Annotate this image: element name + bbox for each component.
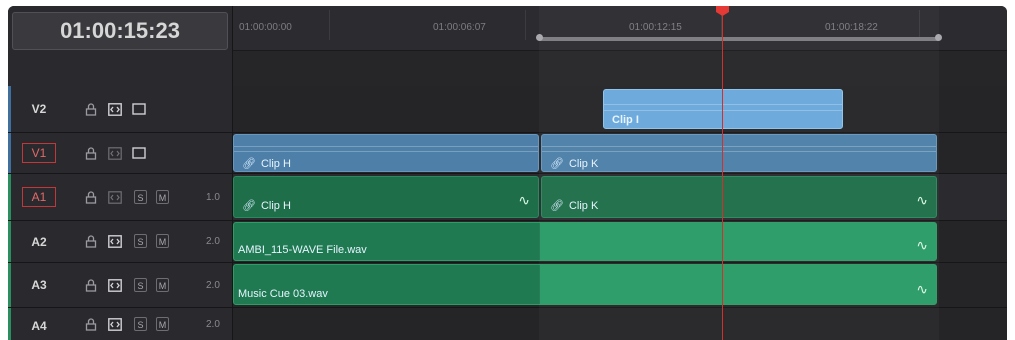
timeline-header-panel: 01:00:15:23 xyxy=(8,6,233,86)
mute-button[interactable]: M xyxy=(156,190,169,204)
track-header-a3[interactable]: A3 S M 2.0 xyxy=(8,263,233,308)
link-icon: 🔗︎ xyxy=(550,158,564,170)
clip-music-cue[interactable]: Music Cue 03.wav ∿ xyxy=(233,264,937,305)
lock-icon[interactable] xyxy=(84,278,98,292)
track-name[interactable]: V1 xyxy=(22,143,56,163)
solo-button[interactable]: S xyxy=(134,317,147,331)
track-header-a4[interactable]: A4 S M 2.0 xyxy=(8,308,233,340)
clip-ambi-wave[interactable]: AMBI_115-WAVE File.wav ∿ xyxy=(233,222,937,261)
track-name[interactable]: V2 xyxy=(22,99,56,119)
track-lane-v2[interactable]: Clip I xyxy=(233,86,1007,133)
clip-h-audio[interactable]: 🔗︎ Clip H ∿ xyxy=(233,176,539,218)
ruler-timecode: 01:00:00:00 xyxy=(239,22,292,33)
timeline-ruler[interactable]: 01:00:00:00 01:00:06:07 01:00:12:15 01:0… xyxy=(233,6,1007,50)
solo-button[interactable]: S xyxy=(134,190,147,204)
track-lane-v1[interactable]: 🔗︎ Clip H 🔗︎ Clip K xyxy=(233,133,1007,174)
auto-select-icon[interactable] xyxy=(108,278,122,292)
mute-button[interactable]: M xyxy=(156,278,169,292)
playhead-line[interactable] xyxy=(722,16,723,340)
mute-button[interactable]: M xyxy=(156,317,169,331)
ruler-tick xyxy=(329,10,330,40)
timeline-window: 01:00:15:23 01:00:00:00 01:00:06:07 01:0… xyxy=(8,6,1007,340)
auto-select-icon[interactable] xyxy=(108,102,122,116)
ruler-timecode: 01:00:18:22 xyxy=(825,22,878,33)
ruler-spacer xyxy=(233,50,1007,87)
waveform-icon[interactable]: ∿ xyxy=(518,192,530,209)
enable-track-icon[interactable] xyxy=(132,146,146,160)
enable-track-icon[interactable] xyxy=(132,102,146,116)
timecode-display[interactable]: 01:00:15:23 xyxy=(12,12,228,50)
track-name[interactable]: A4 xyxy=(22,316,56,336)
ruler-timecode: 01:00:06:07 xyxy=(433,22,486,33)
clip-k-video[interactable]: 🔗︎ Clip K xyxy=(541,134,937,172)
link-icon: 🔗︎ xyxy=(242,200,256,212)
track-name[interactable]: A2 xyxy=(22,232,56,252)
auto-select-icon[interactable] xyxy=(108,234,122,248)
ruler-timecode: 01:00:12:15 xyxy=(629,22,682,33)
solo-button[interactable]: S xyxy=(134,278,147,292)
auto-select-icon[interactable] xyxy=(108,146,122,160)
track-level: 1.0 xyxy=(206,192,220,203)
track-header-v1[interactable]: V1 xyxy=(8,133,233,174)
clip-label: Clip K xyxy=(568,158,599,170)
lock-icon[interactable] xyxy=(84,234,98,248)
track-level: 2.0 xyxy=(206,236,220,247)
lock-icon[interactable] xyxy=(84,190,98,204)
clip-label: Clip H xyxy=(260,200,291,212)
track-lane-a1[interactable]: 🔗︎ Clip H ∿ 🔗︎ Clip K ∿ xyxy=(233,174,1007,221)
link-icon: 🔗︎ xyxy=(242,158,256,170)
clip-label: AMBI_115-WAVE File.wav xyxy=(238,244,367,256)
zoom-scroll-bar[interactable] xyxy=(536,34,942,41)
track-level: 2.0 xyxy=(206,319,220,330)
link-icon: 🔗︎ xyxy=(550,200,564,212)
lock-icon[interactable] xyxy=(84,146,98,160)
clip-label: Clip H xyxy=(260,158,291,170)
ruler-tick xyxy=(525,10,526,40)
track-header-v2[interactable]: V2 xyxy=(8,86,233,133)
waveform-icon[interactable]: ∿ xyxy=(916,192,928,209)
auto-select-icon[interactable] xyxy=(108,317,122,331)
zoom-end-handle[interactable] xyxy=(935,34,942,41)
clip-label: Clip K xyxy=(568,200,599,212)
clip-k-audio[interactable]: 🔗︎ Clip K ∿ xyxy=(541,176,937,218)
clip-h-video[interactable]: 🔗︎ Clip H xyxy=(233,134,539,172)
waveform-icon[interactable]: ∿ xyxy=(916,281,928,298)
track-name[interactable]: A3 xyxy=(22,275,56,295)
lock-icon[interactable] xyxy=(84,102,98,116)
track-lane-a2[interactable]: AMBI_115-WAVE File.wav ∿ xyxy=(233,221,1007,263)
track-lane-a3[interactable]: Music Cue 03.wav ∿ xyxy=(233,263,1007,308)
clip-label: Clip I xyxy=(612,114,639,126)
auto-select-icon[interactable] xyxy=(108,190,122,204)
track-level: 2.0 xyxy=(206,280,220,291)
ruler-tick xyxy=(919,10,920,40)
solo-button[interactable]: S xyxy=(134,234,147,248)
track-lane-a4[interactable] xyxy=(233,308,1007,340)
clip-i[interactable]: Clip I xyxy=(603,89,843,129)
lock-icon[interactable] xyxy=(84,317,98,331)
mute-button[interactable]: M xyxy=(156,234,169,248)
waveform-icon[interactable]: ∿ xyxy=(916,237,928,254)
track-header-a2[interactable]: A2 S M 2.0 xyxy=(8,221,233,263)
track-name[interactable]: A1 xyxy=(22,187,56,207)
track-header-a1[interactable]: A1 S M 1.0 xyxy=(8,174,233,221)
zoom-start-handle[interactable] xyxy=(536,34,543,41)
clip-label: Music Cue 03.wav xyxy=(238,288,328,300)
